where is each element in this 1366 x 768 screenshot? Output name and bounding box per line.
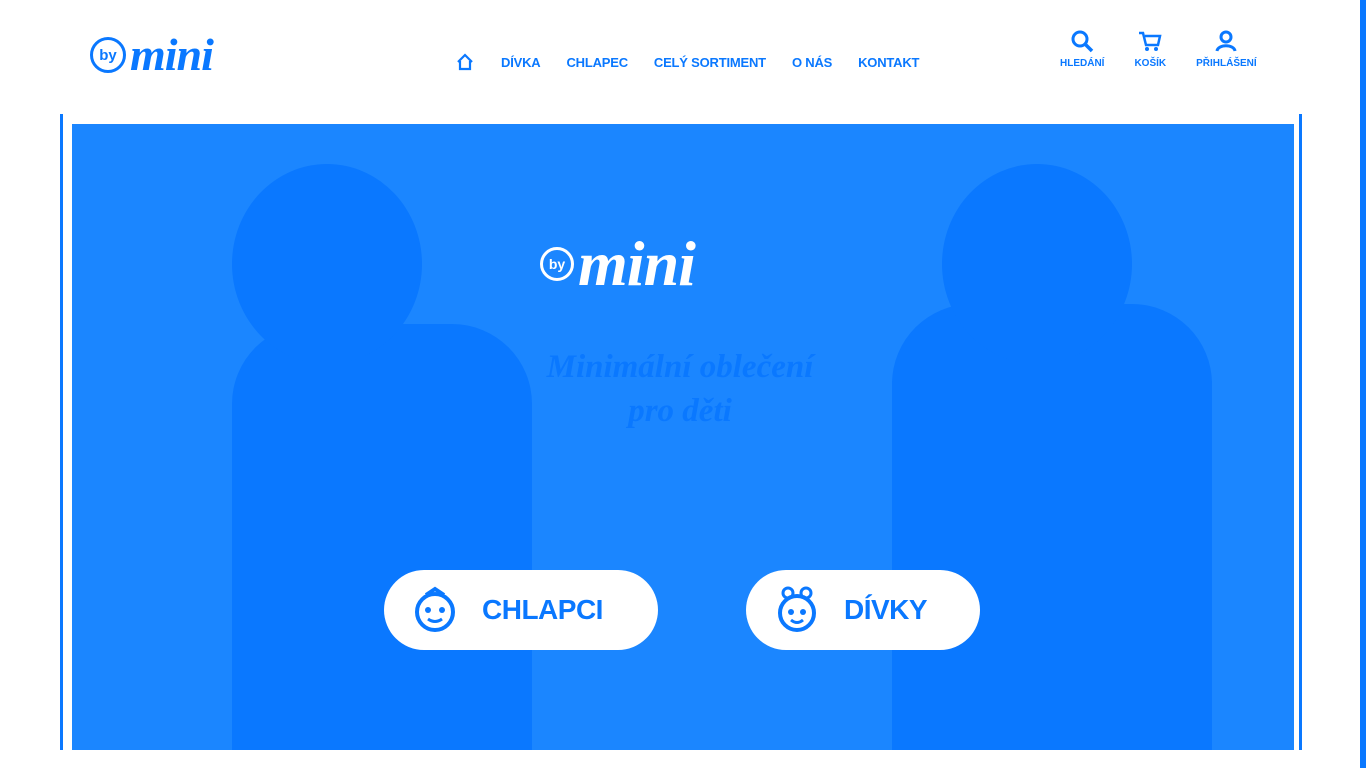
hero-photo-girl-head <box>942 164 1132 364</box>
cart-label: KOŠÍK <box>1134 58 1167 69</box>
hero-frame-right <box>1299 114 1302 750</box>
hero-logo-wordmark: mini <box>578 228 696 299</box>
chlapci-label: CHLAPCI <box>482 594 603 625</box>
search-label: HLEDÁNÍ <box>1060 58 1105 69</box>
nav-item-divka[interactable]: DÍVKA <box>501 55 541 70</box>
hero-logo-by-badge: by <box>540 247 574 281</box>
hero-banner <box>72 124 1294 750</box>
hero-frame-left <box>60 114 63 750</box>
cart-icon <box>1139 31 1162 51</box>
site-logo[interactable]: by mini <box>90 29 214 80</box>
login-label: PŘIHLÁŠENÍ <box>1196 58 1257 69</box>
page-edge-right <box>1360 0 1366 768</box>
search-button[interactable]: HLEDÁNÍ <box>1060 28 1104 69</box>
hero-photo-boy-head <box>232 164 422 364</box>
hero-photo-girl <box>892 304 1212 750</box>
hero-tagline-line2: pro děti <box>628 393 732 429</box>
nav-item-kontakt[interactable]: KONTAKT <box>858 55 919 70</box>
header-utilities: HLEDÁNÍ KOŠÍK PŘIHLÁŠENÍ <box>1060 28 1287 69</box>
girl-icon <box>778 586 816 632</box>
logo-wordmark: mini <box>130 29 214 80</box>
nav-item-o-nas[interactable]: O NÁS <box>792 55 832 70</box>
cart-button[interactable]: KOŠÍK <box>1134 28 1166 69</box>
divky-button[interactable]: DÍVKY <box>746 570 980 650</box>
nav-item-cely-sortiment[interactable]: CELÝ SORTIMENT <box>654 55 766 70</box>
search-icon <box>1071 30 1094 53</box>
site-header: by mini DÍVKA CHLAPEC CELÝ SORTIMENT O N… <box>0 0 1366 112</box>
nav-item-chlapec[interactable]: CHLAPEC <box>566 55 628 70</box>
hero-logo: by mini <box>540 228 696 299</box>
login-button[interactable]: PŘIHLÁŠENÍ <box>1196 28 1257 69</box>
chlapci-button[interactable]: CHLAPCI <box>384 570 658 650</box>
boy-icon <box>415 586 455 632</box>
logo-by-badge: by <box>90 37 126 73</box>
user-icon <box>1215 30 1237 52</box>
hero-tagline: Minimální oblečení pro děti <box>480 345 880 433</box>
home-icon[interactable] <box>455 52 475 72</box>
main-nav: DÍVKA CHLAPEC CELÝ SORTIMENT O NÁS KONTA… <box>455 52 945 72</box>
hero-tagline-line1: Minimální oblečení <box>546 349 814 385</box>
divky-label: DÍVKY <box>844 594 928 625</box>
